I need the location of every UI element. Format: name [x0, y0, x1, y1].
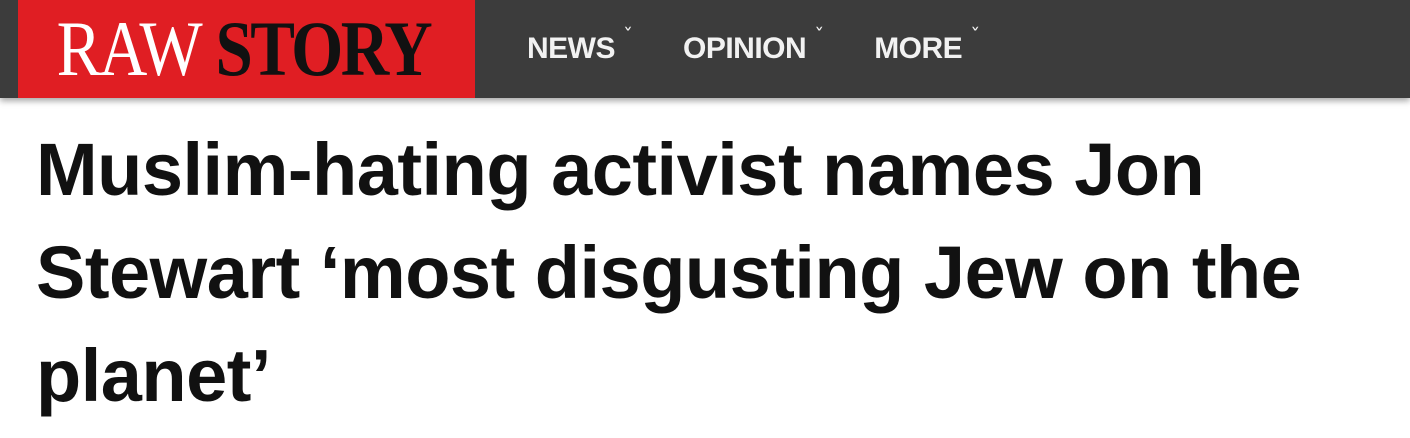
main-nav: NEWS ˇ OPINION ˇ MORE ˇ	[475, 0, 1030, 98]
caret-down-icon: ˇ	[623, 24, 633, 48]
site-logo[interactable]: RAW STORY	[18, 0, 475, 98]
site-header: RAW STORY NEWS ˇ OPINION ˇ MORE ˇ	[0, 0, 1410, 98]
nav-item-label: OPINION	[683, 32, 807, 65]
caret-down-icon: ˇ	[970, 24, 981, 48]
logo-story-text: STORY	[215, 5, 433, 92]
nav-item-label: NEWS	[527, 32, 616, 65]
nav-item-opinion[interactable]: OPINION ˇ	[683, 24, 824, 66]
caret-down-icon: ˇ	[814, 24, 825, 48]
logo-raw-text: RAW	[56, 5, 203, 92]
nav-item-more[interactable]: MORE ˇ	[874, 24, 980, 66]
nav-item-label: MORE	[874, 32, 963, 65]
nav-item-news[interactable]: NEWS ˇ	[527, 24, 633, 66]
article-headline: Muslim-hating activist names Jon Stewart…	[36, 128, 1302, 417]
